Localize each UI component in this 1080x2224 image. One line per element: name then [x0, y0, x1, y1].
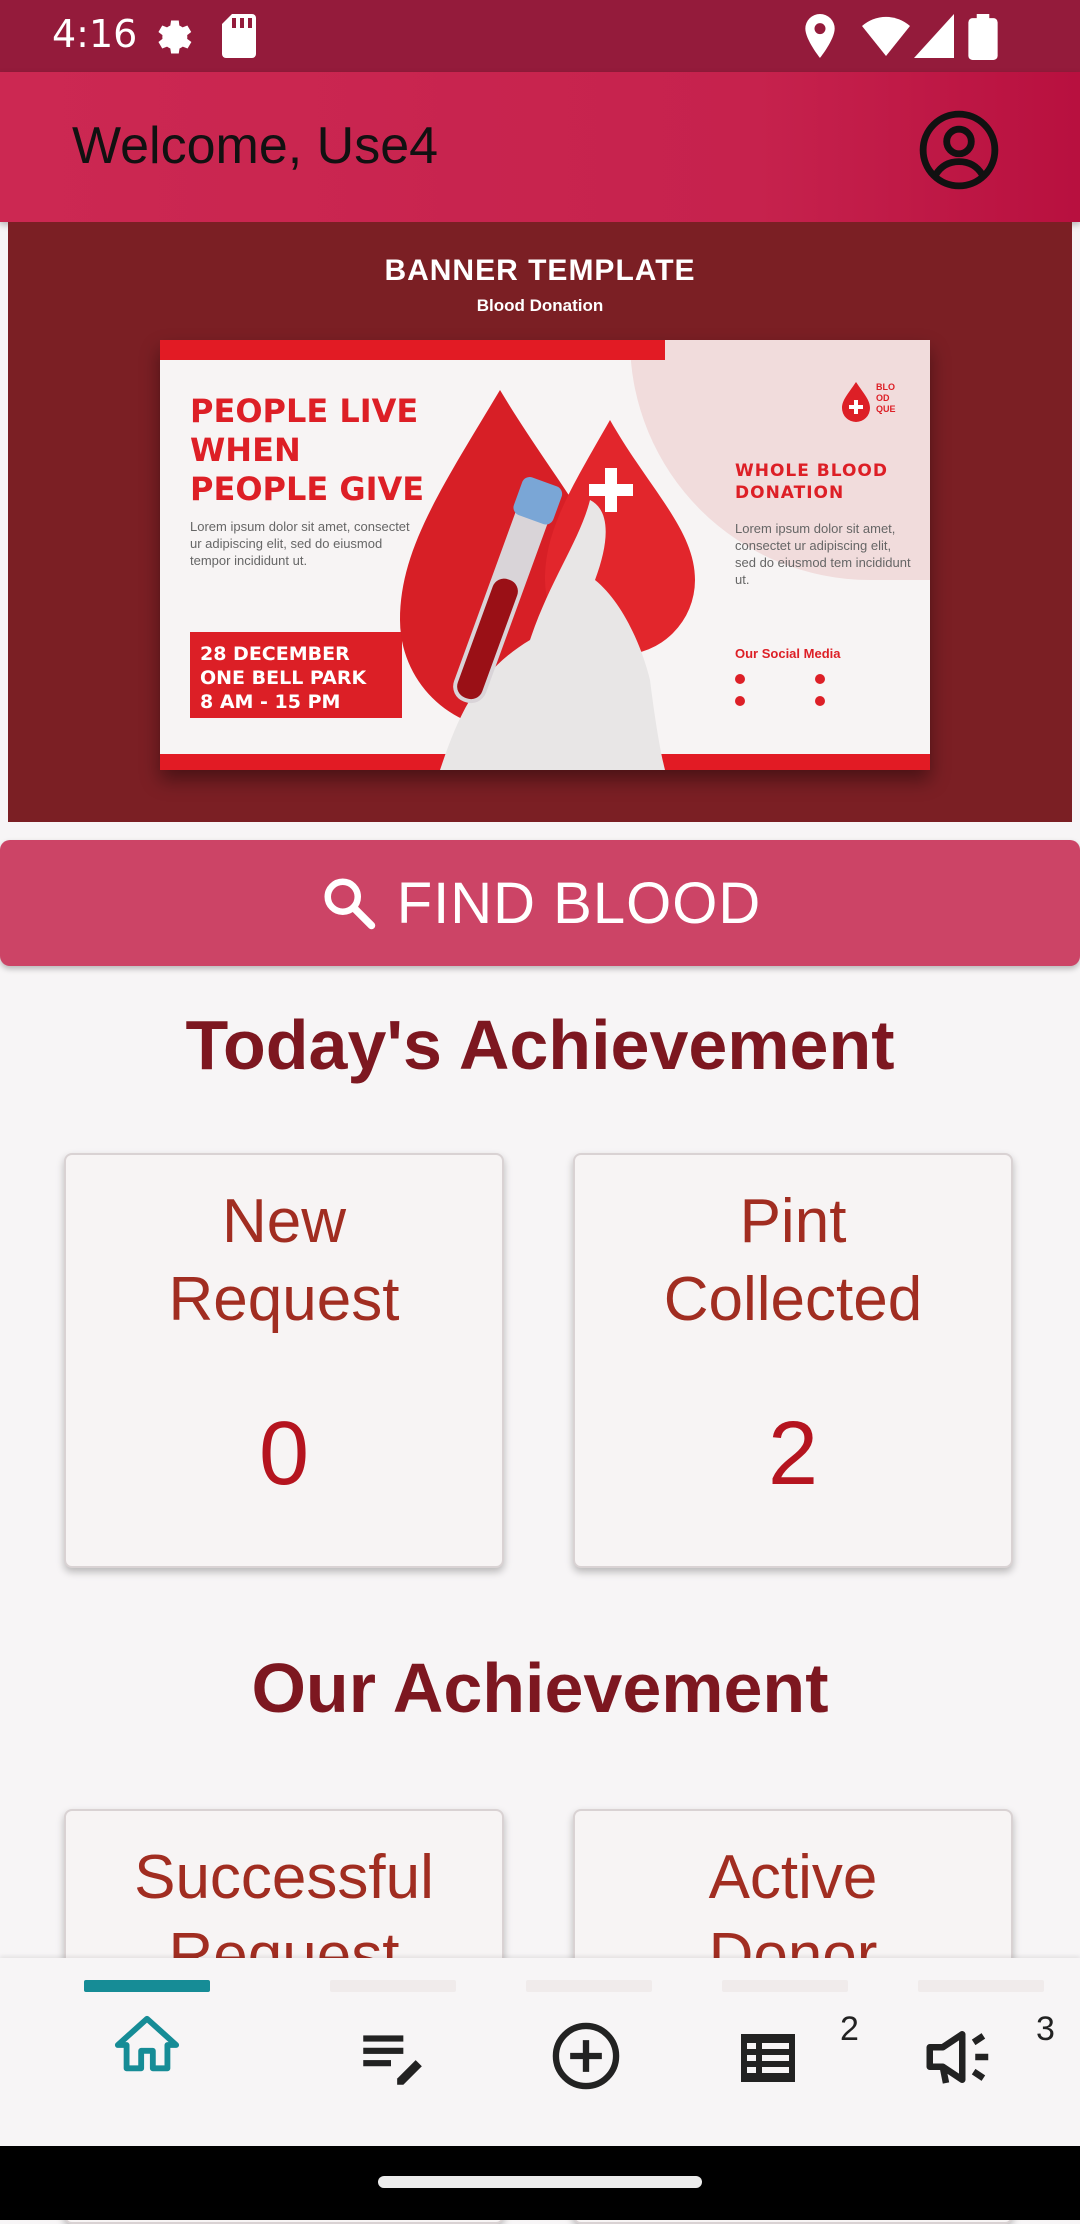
- nav-home[interactable]: [84, 1958, 224, 2146]
- location-icon: [805, 14, 835, 58]
- right-title-line: DONATION: [735, 483, 845, 503]
- stat-label: Pint Collected: [575, 1183, 1011, 1339]
- stat-label: New Request: [66, 1183, 502, 1339]
- right-title-line: WHOLE BLOOD: [735, 461, 888, 481]
- logo-text: BLO OD QUE: [876, 382, 896, 414]
- stat-value: 2: [767, 1404, 819, 1504]
- status-time: 4:16: [52, 12, 138, 56]
- find-blood-button[interactable]: FIND BLOOD: [0, 840, 1080, 966]
- date-line: 8 AM - 15 PM: [200, 691, 341, 713]
- pint-collected-card[interactable]: Pint Collected 2: [573, 1153, 1013, 1568]
- nav-active-indicator: [84, 1980, 210, 1992]
- new-request-card[interactable]: New Request 0: [64, 1153, 504, 1568]
- banner-date-box: 28 DECEMBER ONE BELL PARK 8 AM - 15 PM: [190, 632, 402, 718]
- stat-label-line: Request: [168, 1265, 400, 1334]
- banner-logo: BLO OD QUE: [840, 378, 910, 428]
- home-icon: [114, 2015, 180, 2072]
- status-bar: 4:16: [0, 0, 1080, 72]
- banner-top-stripe: [160, 340, 665, 360]
- bottom-navigation: 2 3: [0, 1958, 1080, 2146]
- stat-label-line: Active: [708, 1843, 878, 1912]
- banner-social-label: Our Social Media: [735, 646, 841, 661]
- add-circle-icon: [552, 2022, 620, 2090]
- banner-heading: BANNER TEMPLATE: [384, 254, 696, 287]
- find-blood-label: FIND BLOOD: [396, 870, 762, 936]
- stat-label-line: New: [221, 1187, 347, 1256]
- social-dot-icon: [815, 674, 825, 684]
- welcome-title: Welcome, Use4: [72, 117, 439, 175]
- search-icon: [324, 878, 375, 930]
- stat-label-line: Pint: [739, 1187, 847, 1256]
- system-gesture-bar: [0, 2146, 1080, 2220]
- nav-indicator: [918, 1980, 1044, 1992]
- app-bar: Welcome, Use4: [0, 72, 1080, 222]
- blood-drop-hand-illustration: [400, 390, 695, 770]
- our-achievement-title: Our Achievement: [251, 1649, 829, 1727]
- nav-announcements[interactable]: 3: [918, 1958, 1058, 2146]
- home-gesture-pill[interactable]: [378, 2176, 702, 2188]
- stat-label-line: Collected: [663, 1265, 923, 1334]
- wifi-icon: [862, 16, 910, 56]
- nav-list[interactable]: 2: [722, 1958, 862, 2146]
- banner-card: PEOPLE LIVE WHEN PEOPLE GIVE Lorem ipsum…: [160, 340, 930, 770]
- battery-icon: [968, 14, 998, 60]
- social-dot-icon: [735, 696, 745, 706]
- banner-image: BANNER TEMPLATE Blood Donation PEOPLE LI…: [8, 222, 1072, 822]
- nav-requests[interactable]: [330, 1958, 470, 2146]
- nav-indicator: [526, 1980, 652, 1992]
- nav-add[interactable]: [526, 1958, 666, 2146]
- list-icon: [741, 2034, 795, 2082]
- banner-right-title: WHOLE BLOOD DONATION: [735, 460, 888, 504]
- social-dot-icon: [815, 696, 825, 706]
- date-line: ONE BELL PARK: [200, 667, 367, 689]
- nav-indicator: [330, 1980, 456, 1992]
- settings-gear-icon: [158, 20, 192, 54]
- stat-label-line: Successful: [134, 1843, 434, 1912]
- nav-indicator: [722, 1980, 848, 1992]
- account-circle-icon[interactable]: [918, 109, 1000, 191]
- sd-card-icon: [222, 14, 256, 58]
- signal-icon: [914, 14, 954, 58]
- stat-value: 0: [258, 1404, 310, 1504]
- banner-lorem-right: Lorem ipsum dolor sit amet, consectet ur…: [735, 521, 911, 587]
- blood-drop-logo-icon: [842, 382, 870, 422]
- today-achievement-title: Today's Achievement: [185, 1006, 895, 1084]
- list-badge: 2: [840, 2010, 859, 2048]
- campaign-icon: [926, 2031, 989, 2084]
- date-line: 28 DECEMBER: [200, 643, 350, 665]
- announcements-badge: 3: [1036, 2010, 1055, 2048]
- banner-subheading: Blood Donation: [476, 296, 604, 315]
- edit-list-icon: [363, 2035, 422, 2085]
- social-dot-icon: [735, 674, 745, 684]
